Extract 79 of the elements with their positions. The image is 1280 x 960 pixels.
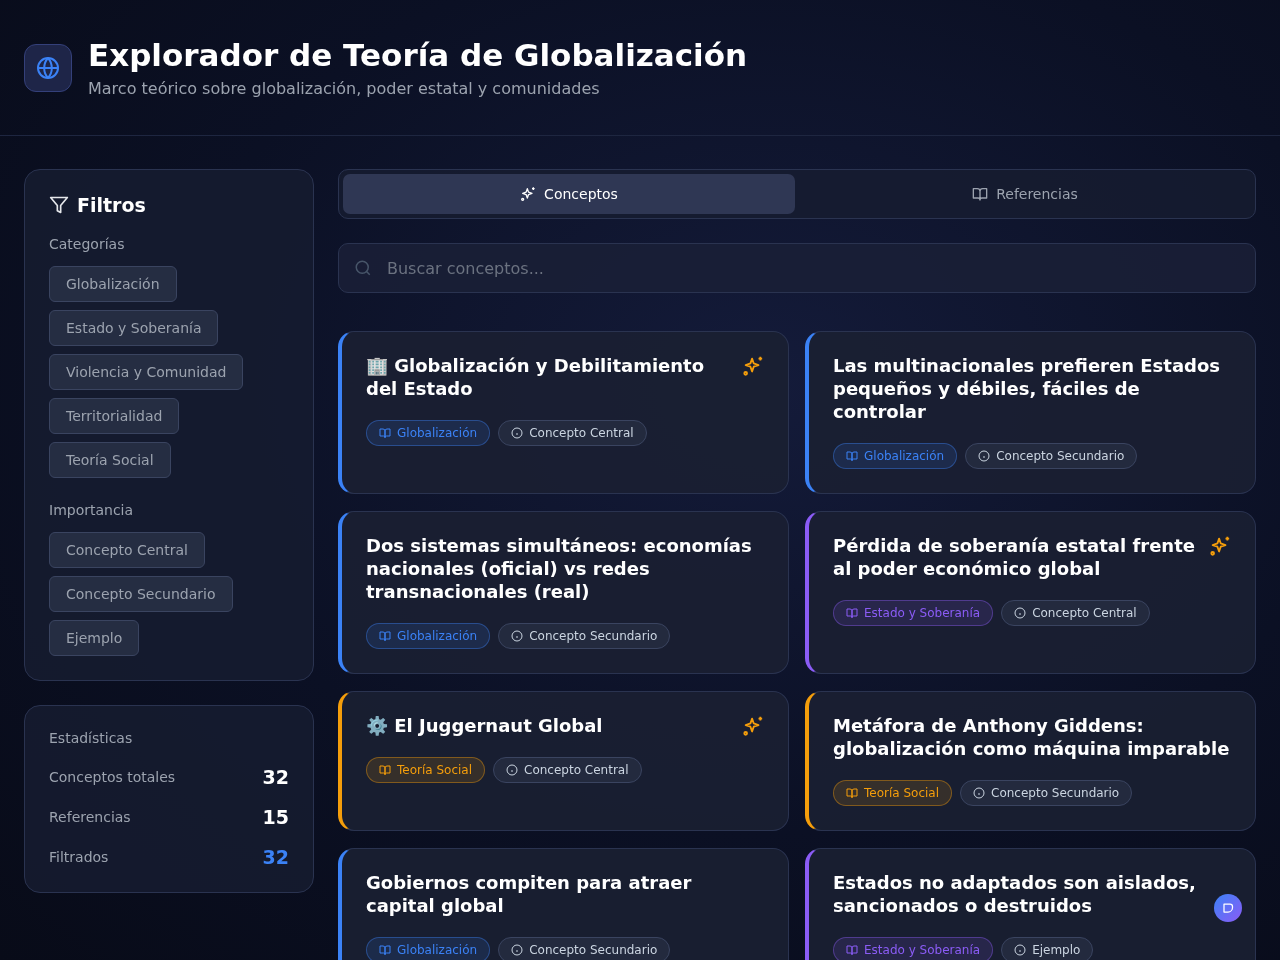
importance-tag: Concepto Secundario xyxy=(498,623,671,649)
book-icon xyxy=(379,944,391,956)
info-icon xyxy=(978,450,991,462)
sparkle-icon xyxy=(742,715,764,737)
concept-card[interactable]: Pérdida de soberanía estatal frente al poder económico global Estado y Soberanía Concepto Central xyxy=(805,511,1256,674)
sparkle-icon xyxy=(742,355,764,377)
card-title: Gobiernos compiten para atraer capital global xyxy=(366,872,692,916)
card-title: Pérdida de soberanía estatal frente al poder económico global xyxy=(833,535,1195,579)
filter-chip[interactable]: Concepto Secundario xyxy=(49,576,233,612)
card-title: 🏢 Globalización y Debilitamiento del Estado xyxy=(366,355,705,399)
stat-label: Filtrados xyxy=(49,849,109,865)
importance-tag: Concepto Central xyxy=(498,420,647,446)
globe-icon xyxy=(36,55,60,80)
book-icon xyxy=(846,944,858,956)
filter-chip[interactable]: Ejemplo xyxy=(49,620,140,656)
info-icon xyxy=(973,787,986,799)
book-icon xyxy=(846,450,858,462)
card-title: Dos sistemas simultáneos: economías nacionales (oficial) vs redes transnacionales (real) xyxy=(366,535,752,602)
tab[interactable]: Referencias xyxy=(799,174,1251,214)
importance-tag: Ejemplo xyxy=(1001,937,1094,960)
book-icon xyxy=(846,607,858,619)
book-icon xyxy=(379,427,391,439)
sparkle-icon xyxy=(1209,535,1231,557)
tab[interactable]: Conceptos xyxy=(343,174,795,214)
card-title: ⚙ El Juggernaut Global xyxy=(366,715,603,736)
category-tag: Globalización xyxy=(366,937,491,960)
importance-tag: Concepto Central xyxy=(1001,600,1150,626)
book-icon xyxy=(846,787,858,799)
filter-chip[interactable]: Globalización xyxy=(49,266,177,302)
filter-chip[interactable]: Estado y Soberanía xyxy=(49,310,219,346)
stat-value: 32 xyxy=(262,846,289,868)
filter-chip[interactable]: Territorialidad xyxy=(49,398,180,434)
book-icon xyxy=(379,764,391,776)
category-tag: Estado y Soberanía xyxy=(833,937,994,960)
importance-tag: Concepto Secundario xyxy=(965,443,1138,469)
category-tag: Globalización xyxy=(366,623,491,649)
filter-chip[interactable]: Concepto Central xyxy=(49,532,205,568)
concept-card[interactable]: ⚙ El Juggernaut Global Teoría Social Concepto Central xyxy=(338,691,789,831)
info-icon xyxy=(511,427,524,439)
filter-chip[interactable]: Violencia y Comunidad xyxy=(49,354,244,390)
book-icon xyxy=(379,630,391,642)
concept-card[interactable]: Gobiernos compiten para atraer capital global Globalización Concepto Secundario xyxy=(338,848,789,960)
stats-title: Estadísticas xyxy=(49,730,134,746)
info-icon xyxy=(1014,607,1027,619)
concept-card[interactable]: Las multinacionales prefieren Estados pequeños y débiles, fáciles de controlar Globalización Concepto Secundario xyxy=(805,331,1256,494)
filter-group-label: Importancia xyxy=(49,502,135,518)
filters-title: Filtros xyxy=(77,194,146,216)
category-tag: Estado y Soberanía xyxy=(833,600,994,626)
category-tag: Teoría Social xyxy=(366,757,486,783)
card-title: Metáfora de Anthony Giddens: globalización como máquina imparable xyxy=(833,715,1230,759)
card-title: Estados no adaptados son aislados, sancionados o destruidos xyxy=(833,872,1196,916)
importance-tag: Concepto Secundario xyxy=(498,937,671,960)
category-tag: Teoría Social xyxy=(833,780,953,806)
info-icon xyxy=(511,630,524,642)
category-tag: Globalización xyxy=(366,420,491,446)
book-icon xyxy=(972,186,989,202)
card-title: Las multinacionales prefieren Estados pequeños y débiles, fáciles de controlar xyxy=(833,355,1220,422)
category-tag: Globalización xyxy=(833,443,958,469)
stat-value: 32 xyxy=(262,766,289,788)
app-subtitle: Marco teórico sobre globalización, poder estatal y comunidades xyxy=(88,79,601,98)
sparkle-icon xyxy=(520,186,537,202)
search-field[interactable]: Buscar conceptos... xyxy=(338,243,1256,293)
app-title: Explorador de Teoría de Globalización xyxy=(88,37,748,73)
stat-label: Conceptos totales xyxy=(49,769,176,785)
concept-card[interactable]: Metáfora de Anthony Giddens: globalización como máquina imparable Teoría Social Concepto Secundario xyxy=(805,691,1256,831)
filter-icon xyxy=(49,195,69,215)
info-icon xyxy=(1014,944,1027,956)
concept-card[interactable]: Estados no adaptados son aislados, sancionados o destruidos Estado y Soberanía Ejemplo xyxy=(805,848,1256,960)
info-icon xyxy=(506,764,519,776)
info-icon xyxy=(511,944,524,956)
concept-card[interactable]: 🏢 Globalización y Debilitamiento del Estado Globalización Concepto Central xyxy=(338,331,789,494)
importance-tag: Concepto Secundario xyxy=(960,780,1133,806)
stat-value: 15 xyxy=(262,806,289,828)
filter-chip[interactable]: Teoría Social xyxy=(49,442,171,478)
concept-card[interactable]: Dos sistemas simultáneos: economías nacionales (oficial) vs redes transnacionales (real) Globalización Concepto Secundario xyxy=(338,511,789,674)
chat-icon xyxy=(1222,902,1234,914)
stat-label: Referencias xyxy=(49,809,131,825)
importance-tag: Concepto Central xyxy=(493,757,642,783)
filter-group-label: Categorías xyxy=(49,236,126,252)
